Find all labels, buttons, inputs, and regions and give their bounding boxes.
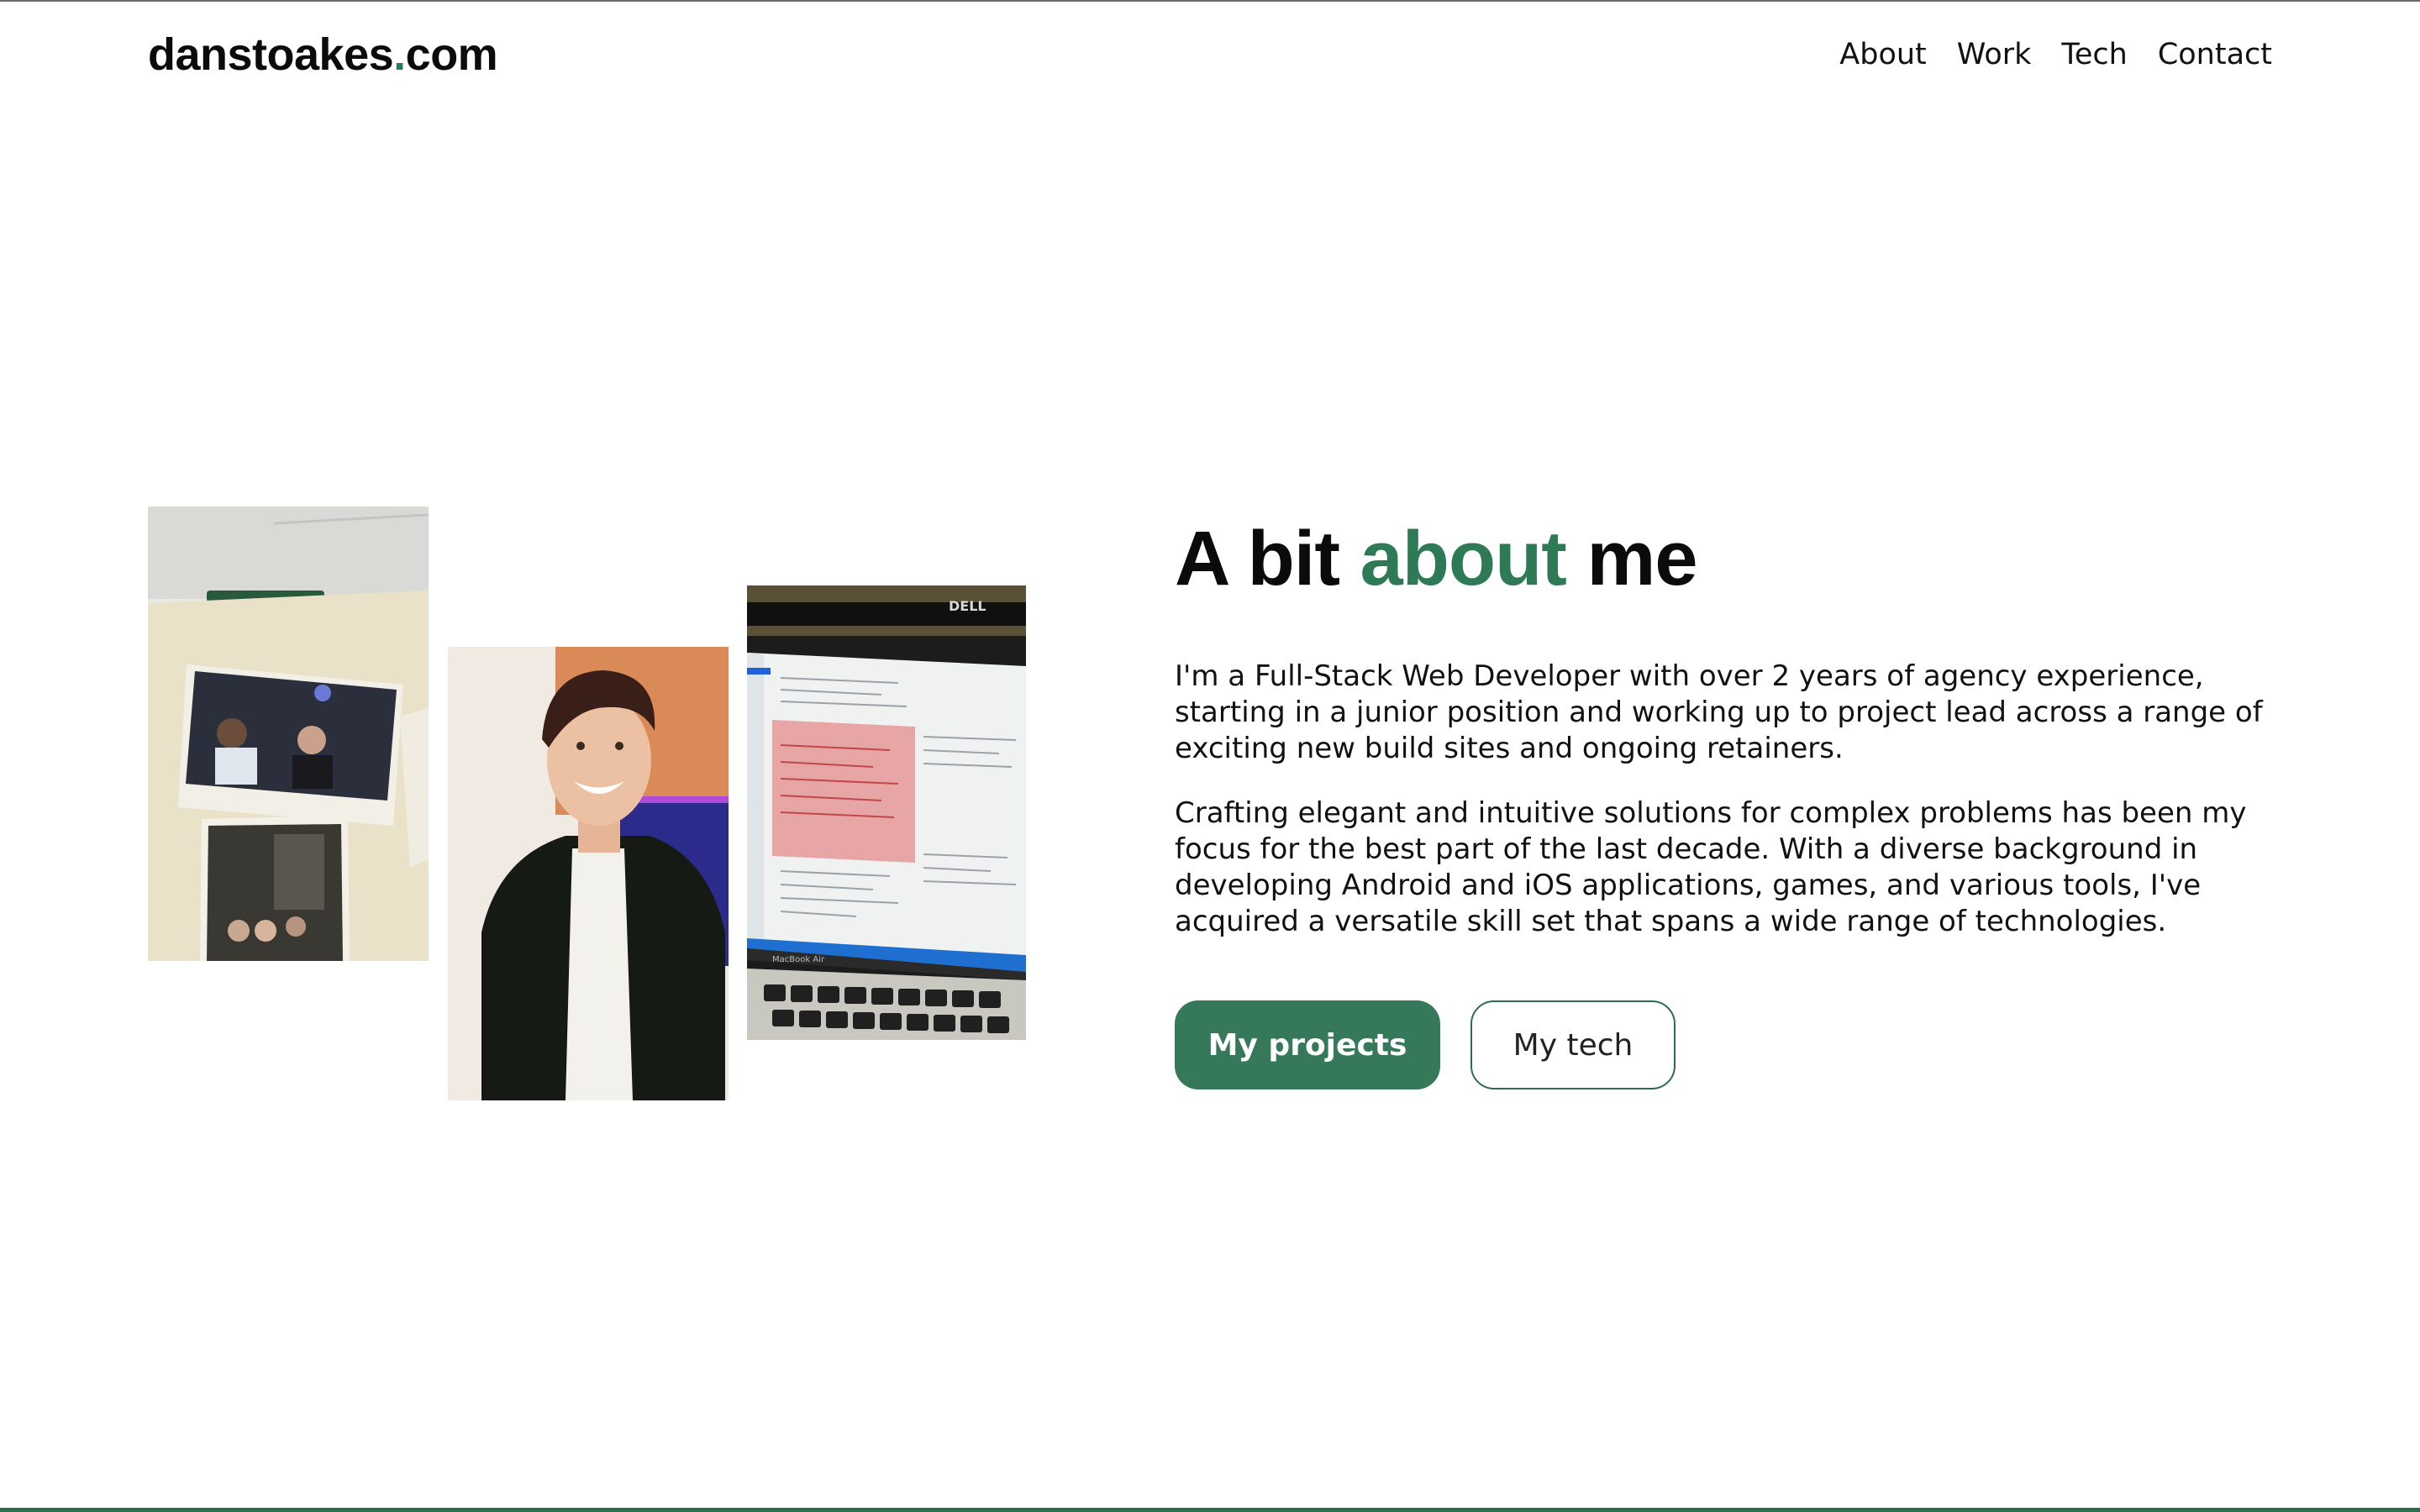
about-paragraph-background: Crafting elegant and intuitive solutions… (1175, 796, 2247, 938)
nav-link-about[interactable]: About (1839, 38, 1926, 71)
logo-tld: com (405, 29, 498, 80)
site-logo[interactable]: danstoakes. com (148, 29, 498, 81)
my-projects-button[interactable]: My projects (1175, 1000, 1440, 1089)
about-section: A bit about me I'm a Full-Stack Web Deve… (1175, 504, 2292, 1089)
portrait-image (448, 647, 729, 1100)
logo-name: danstoakes (148, 29, 394, 80)
nav-link-tech[interactable]: Tech (2061, 38, 2127, 71)
nav-link-work[interactable]: Work (1957, 38, 2032, 71)
heading-prefix: A bit (1175, 516, 1360, 601)
top-border (0, 0, 2420, 2)
photo-laptop-code: DELL MacBook Air (747, 585, 1026, 1040)
logo-dot: . (393, 29, 406, 80)
nav-link-contact[interactable]: Contact (2158, 38, 2272, 71)
bottom-border (0, 1508, 2420, 1512)
macbook-label-text: MacBook Air (772, 955, 825, 964)
main-nav: About Work Tech Contact (1839, 38, 2272, 71)
photo-portrait (448, 647, 729, 1100)
heading-accent: about (1360, 516, 1567, 601)
my-tech-button[interactable]: My tech (1470, 1000, 1676, 1089)
laptop-image: DELL MacBook Air (747, 585, 1026, 1040)
about-actions: My projects My tech (1175, 1000, 2292, 1089)
about-paragraph-experience: I'm a Full-Stack Web Developer with over… (1175, 659, 2263, 765)
dell-logo-text: DELL (949, 598, 986, 614)
polaroids-image (148, 507, 429, 961)
site-header: danstoakes. com About Work Tech Contact (148, 25, 2272, 84)
photo-group-polaroids (148, 507, 429, 961)
heading-suffix: me (1565, 516, 1698, 601)
about-heading: A bit about me (1175, 504, 2292, 613)
